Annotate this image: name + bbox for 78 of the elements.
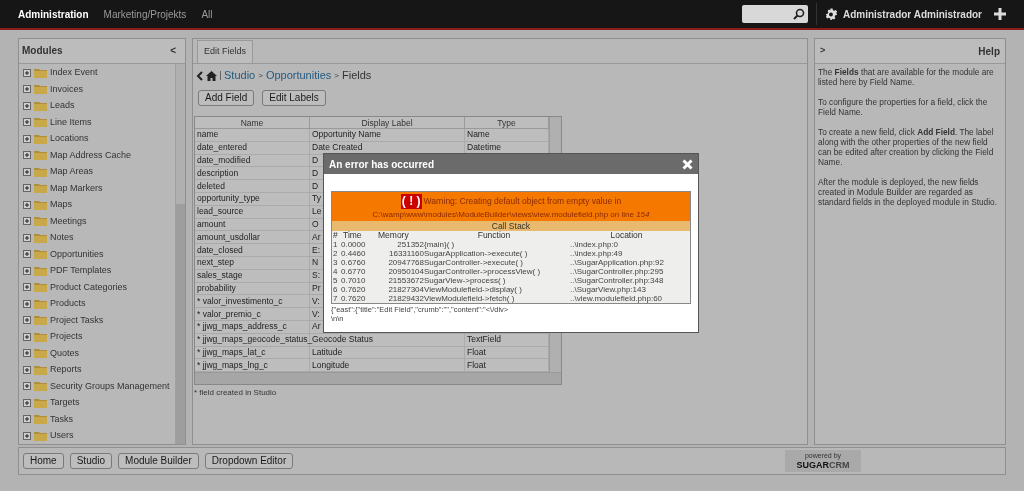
- table-cell: O: [312, 218, 319, 230]
- column-header: Function: [476, 231, 512, 240]
- table-cell: V:: [312, 295, 320, 307]
- table-cell: Pr: [312, 282, 321, 294]
- stack-cell: SugarApplication->execute( ): [424, 249, 528, 258]
- table-cell: Datetime: [467, 142, 501, 154]
- table-cell: D: [312, 167, 319, 179]
- stack-cell: 0.7620: [341, 294, 366, 303]
- column-header: Location: [609, 231, 644, 240]
- stack-cell: 251352: [397, 240, 424, 249]
- stack-cell: 16331160: [389, 249, 424, 258]
- stack-cell: 21827304: [388, 285, 424, 294]
- column-header: Memory: [377, 231, 410, 240]
- dialog-title: An error has occurred: [329, 157, 435, 172]
- stack-cell: 4: [333, 267, 338, 276]
- stack-cell: 7: [333, 294, 338, 303]
- stack-cell: ..\index.php:0: [570, 240, 619, 249]
- help-text: To configure the properties for a field, click the Field Name.: [818, 97, 989, 117]
- table-cell: Opportunity Name: [312, 129, 381, 141]
- stack-cell: 0.6760: [341, 258, 366, 267]
- panel-title: Help: [978, 44, 1000, 59]
- table-cell: V:: [312, 308, 320, 320]
- warning-mark: ( ! ): [400, 194, 422, 209]
- table-cell: Ar: [312, 231, 321, 243]
- help-text: The Fields that are available for the module are listed here by Field Name.: [818, 67, 995, 87]
- stack-cell: 1: [333, 240, 338, 249]
- stack-cell: 20950104: [388, 267, 424, 276]
- stack-cell: SugarController->execute( ): [424, 258, 523, 267]
- stack-cell: ViewModulefield->fetch( ): [424, 294, 515, 303]
- file-path: C:\wamp\www\modules\ModuleBuilder\views\view.modulefield.php on line 154: [372, 209, 650, 221]
- stack-cell: 0.4460: [341, 249, 366, 258]
- stack-cell: 0.6770: [341, 267, 366, 276]
- breadcrumb-separator: >: [334, 69, 339, 82]
- table-cell: TextField: [467, 334, 501, 346]
- stack-cell: ..\SugarApplication.php:92: [570, 258, 664, 267]
- table-cell: Le: [312, 206, 322, 218]
- table-cell: Date Created: [312, 142, 363, 154]
- stack-cell: ViewModulefield->display( ): [424, 285, 522, 294]
- warning-message: Warning: Creating default object from empty value in: [423, 195, 622, 208]
- help-text: After the module is deployed, the new fields created in Module Builder are regarded as standard fields in the deployed module in Studio.: [818, 177, 998, 207]
- stack-cell: 21553672: [388, 276, 424, 285]
- panel-title: Modules: [22, 44, 63, 59]
- column-header: Time: [342, 231, 363, 240]
- stack-cell: ..\view.modulefield.php:60: [570, 294, 663, 303]
- stack-cell: 5: [333, 276, 338, 285]
- stack-cell: 21829432: [388, 294, 424, 303]
- table-cell: Name: [467, 129, 490, 141]
- stack-cell: ..\SugarController.php:348: [570, 276, 664, 285]
- stack-heading: Call Stack: [332, 221, 690, 231]
- table-cell: Float: [467, 359, 486, 371]
- table-cell: Ar: [312, 321, 321, 333]
- table-cell: S:: [312, 270, 321, 282]
- stack-cell: SugarController->processView( ): [424, 267, 541, 276]
- stack-cell: 3: [333, 258, 338, 267]
- table-cell: D: [312, 155, 319, 166]
- column-header: #: [333, 231, 339, 240]
- stack-cell: 0.0000: [341, 240, 366, 249]
- table-cell: Latitude: [312, 346, 343, 358]
- table-cell: D: [312, 180, 319, 192]
- stack-cell: 2: [333, 249, 338, 258]
- stack-cell: ..\SugarController.php:295: [570, 267, 664, 276]
- table-cell: N: [312, 257, 319, 269]
- table-cell: Float: [467, 346, 486, 358]
- stack-cell: ..\index.php:49: [570, 249, 623, 258]
- stack-cell: 20947768: [388, 258, 424, 267]
- table-cell: Longitude: [312, 359, 350, 371]
- table-cell: Ty: [312, 193, 321, 205]
- table-cell: E:: [312, 244, 321, 256]
- table-cell: Geocode Status: [312, 334, 373, 346]
- stack-cell: 0.7620: [341, 285, 366, 294]
- stack-cell: {main}( ): [424, 240, 455, 249]
- footnote: * field created in Studio: [194, 387, 278, 400]
- breadcrumb-separator: >: [258, 69, 263, 82]
- stack-cell: ..\SugarView.php:143: [570, 285, 646, 294]
- stack-cell: 0.7010: [341, 276, 366, 285]
- stack-cell: 6: [333, 285, 338, 294]
- help-text: To create a new field, click Add Field. The label along with the other properties of the new field can be edited after creation by clicking the Field Name.: [818, 127, 995, 167]
- stack-cell: SugarView->process( ): [424, 276, 506, 285]
